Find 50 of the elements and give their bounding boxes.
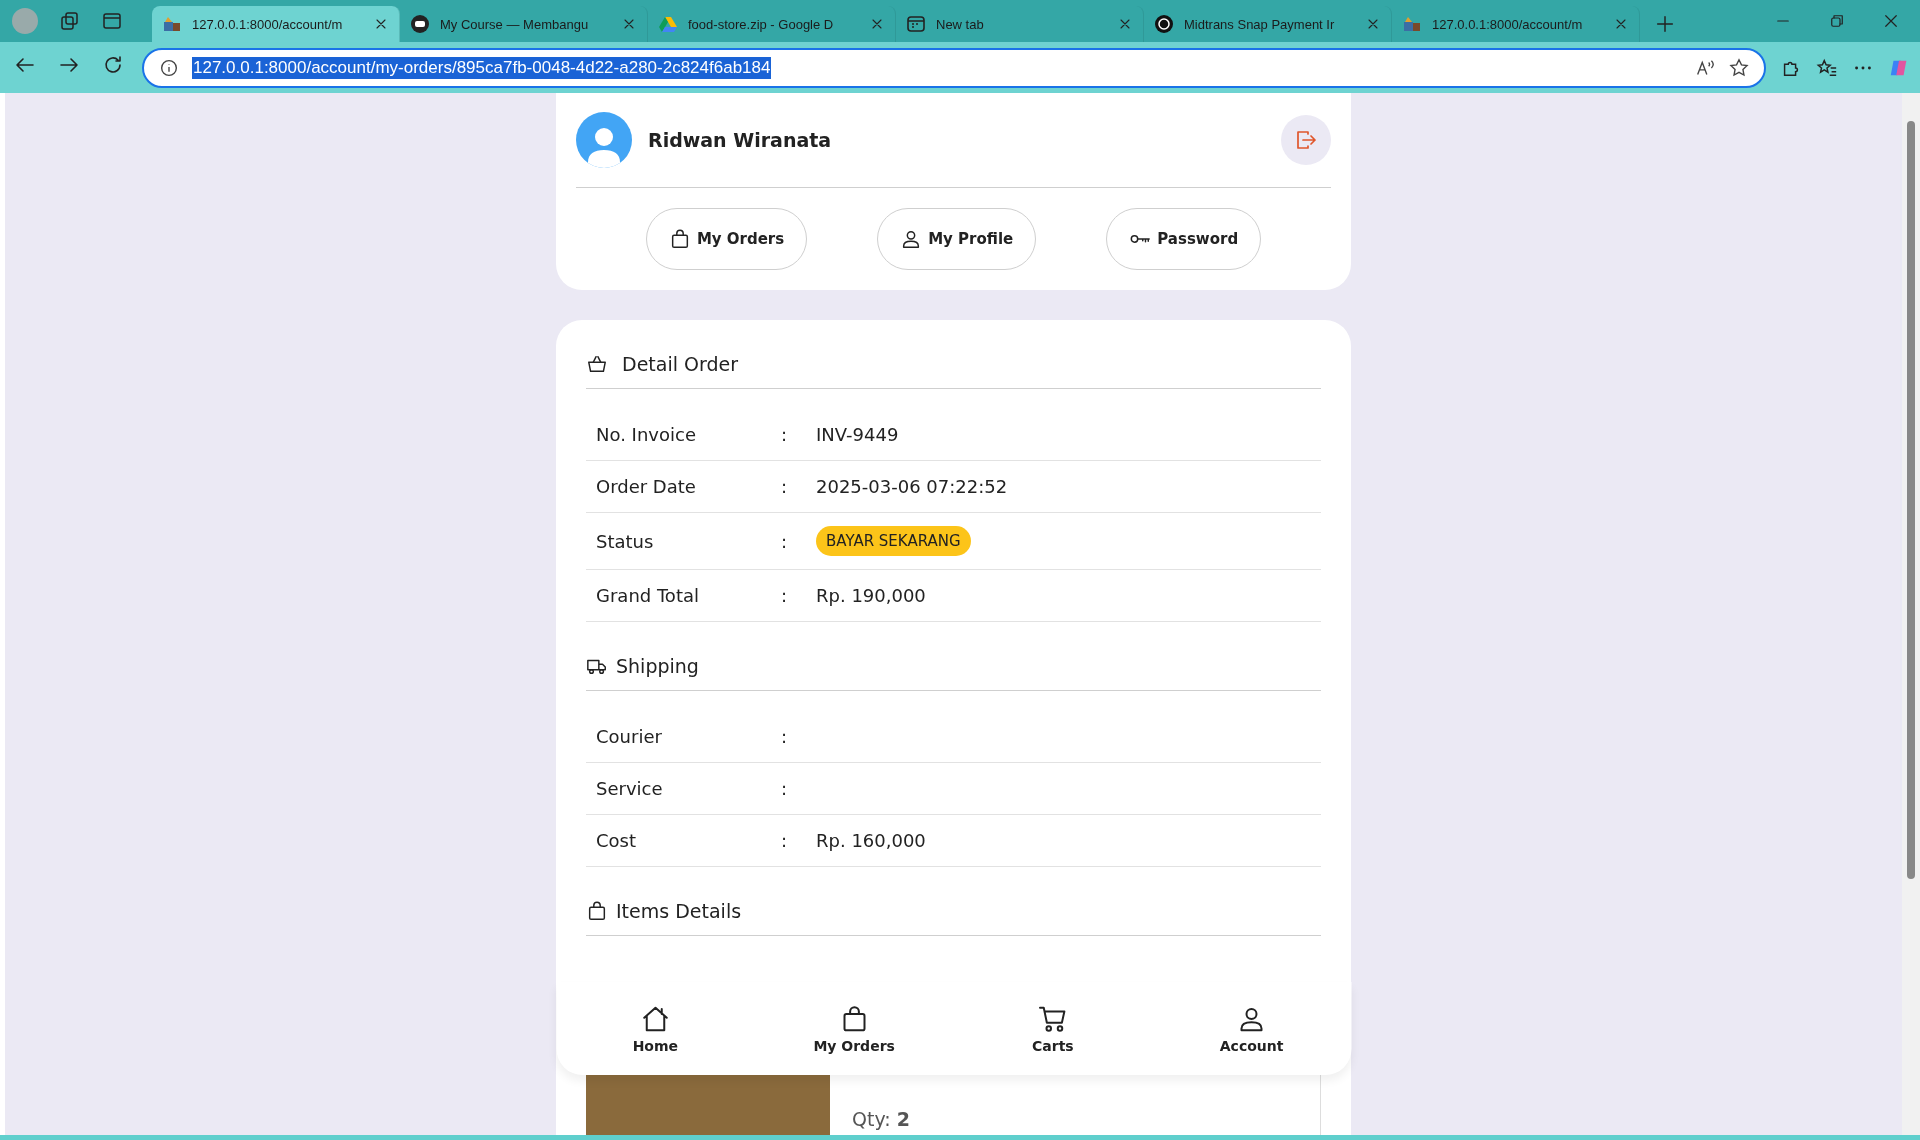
row-label: Courier [596, 726, 663, 747]
row-label: Grand Total [596, 585, 700, 606]
row-label: Status [596, 530, 655, 552]
collections-icon[interactable] [60, 11, 80, 31]
triangle-favicon-icon [658, 14, 678, 34]
colon: : [781, 726, 789, 747]
row-label: Cost [596, 830, 638, 851]
colon: : [781, 476, 789, 497]
row-value: Rp. 190,000 [816, 585, 927, 606]
colon: : [781, 830, 789, 851]
bottom-nav-item[interactable]: Account [1176, 982, 1327, 1075]
section-title: Shipping [616, 655, 699, 677]
new-tab-icon[interactable] [1654, 13, 1676, 35]
basket-icon [586, 353, 608, 375]
favorites-icon[interactable] [1816, 56, 1838, 79]
colon: : [781, 778, 789, 799]
scrollbar[interactable] [1902, 93, 1920, 1135]
row-value: 2025-03-06 07:22:52 [816, 476, 1009, 497]
row-label: Service [596, 778, 664, 799]
row-label: Order Date [596, 476, 697, 497]
knot-favicon-icon [1154, 14, 1174, 34]
avatar-icon [576, 112, 632, 168]
row-label: No. Invoice [596, 424, 697, 445]
user-name: Ridwan Wiranata [648, 129, 833, 151]
account-nav-button[interactable]: My Profile [877, 208, 1037, 270]
logout-icon [1294, 128, 1318, 152]
bottom-nav-item[interactable]: Home [580, 982, 731, 1075]
colon: : [781, 530, 789, 552]
bottom-nav-item[interactable]: My Orders [779, 982, 930, 1075]
window-favicon-icon [906, 14, 926, 34]
star-icon[interactable] [1728, 56, 1750, 79]
restore-icon[interactable] [1828, 12, 1846, 30]
bag-icon [586, 900, 608, 922]
close-icon[interactable] [1882, 12, 1900, 30]
section-title: Detail Order [622, 353, 738, 375]
status-badge[interactable]: BAYAR SEKARANG [816, 526, 971, 556]
item-quantity: Qty: 2 [852, 1107, 910, 1132]
address-bar[interactable]: 127.0.0.1:8000/account/my-orders/895ca7fb-0048-4d22-a280-2c824f6ab184 [142, 47, 1766, 88]
browser-tab[interactable]: 127.0.0.1:8000/account/m [152, 6, 400, 42]
mask-favicon-icon [410, 14, 430, 34]
account-nav-button[interactable]: Password [1106, 208, 1262, 270]
section-title: Items Details [616, 900, 742, 922]
colon: : [781, 424, 789, 445]
bottom-nav-item[interactable]: Carts [977, 982, 1128, 1075]
account-nav-button[interactable]: My Orders [645, 208, 808, 270]
row-value: INV-9449 [816, 424, 900, 445]
logout-button[interactable] [1281, 115, 1331, 165]
tab-sidebar-icon[interactable] [102, 11, 122, 31]
colon: : [781, 585, 789, 606]
row-value: Rp. 160,000 [816, 830, 927, 851]
